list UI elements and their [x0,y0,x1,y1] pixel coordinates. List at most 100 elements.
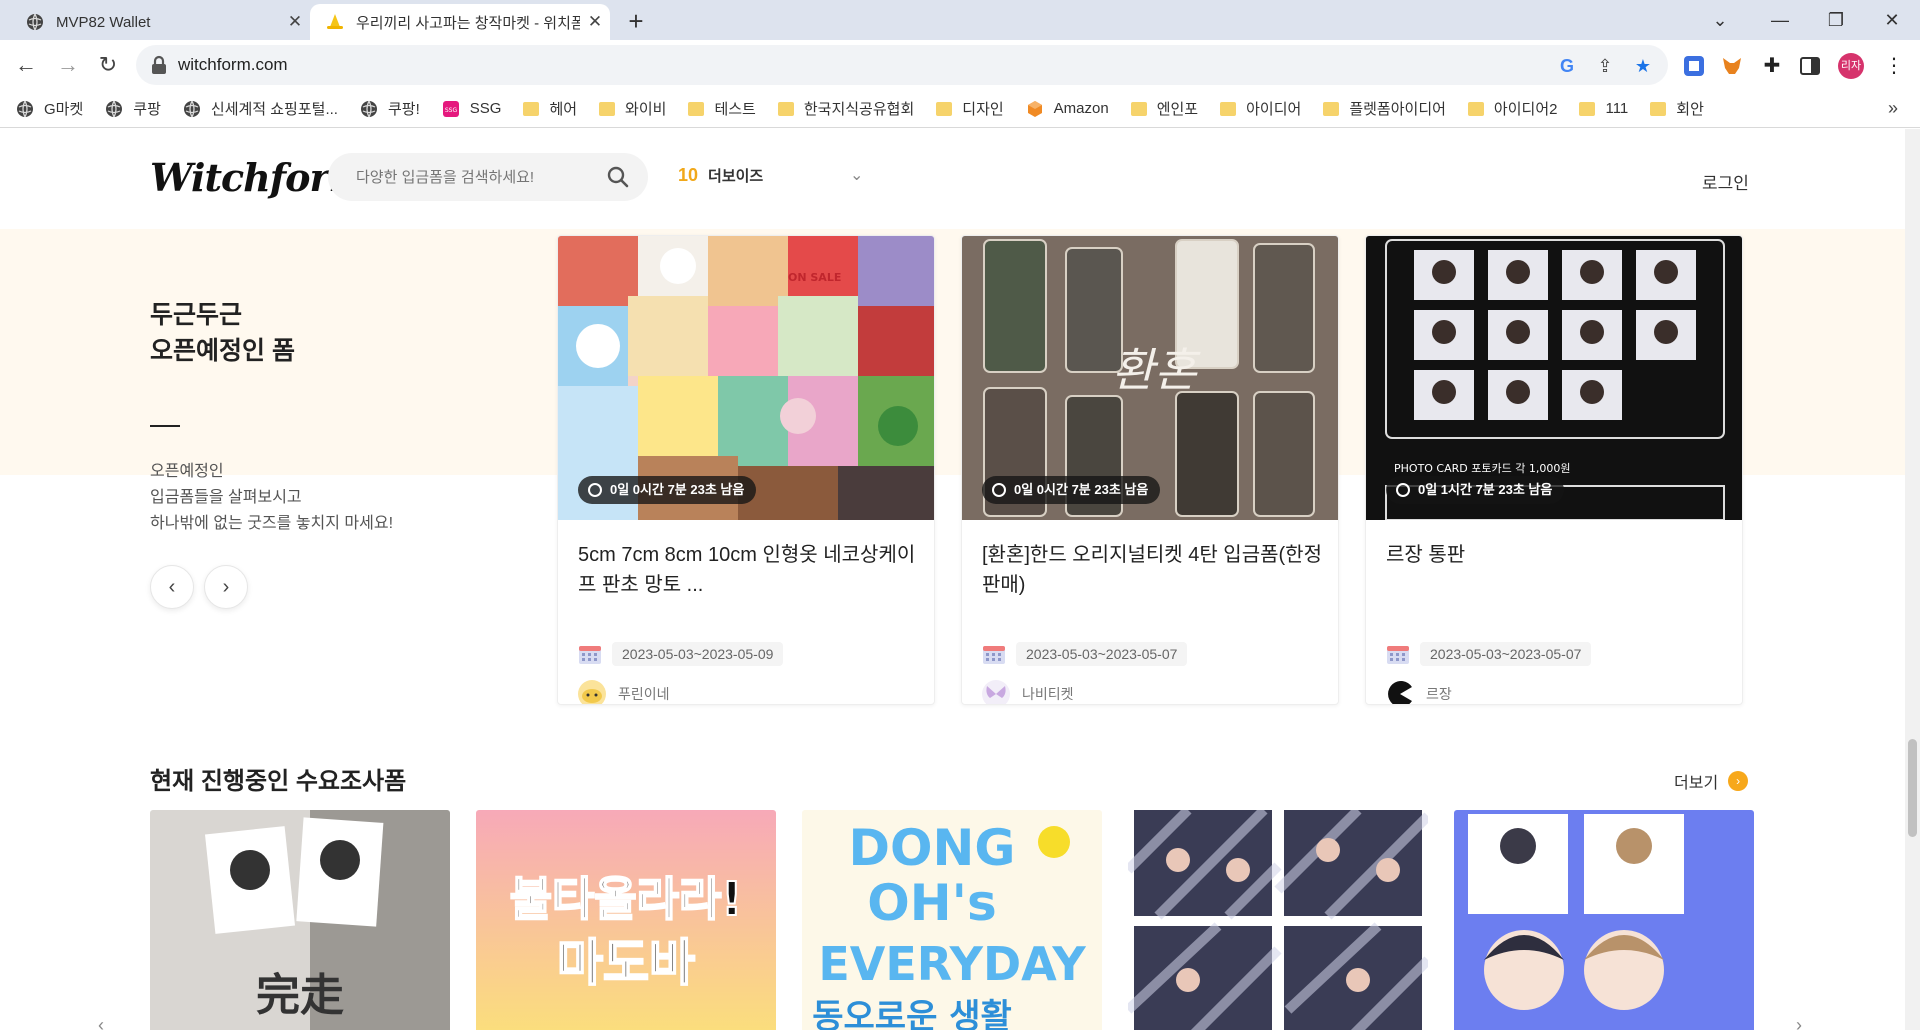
bookmark-ssg[interactable]: SSG SSG [442,100,501,118]
kebab-menu-icon[interactable]: ⋮ [1882,54,1906,78]
card-thumbnail[interactable]: ON SALE 0일 0시간 7분 23초 남음 [558,236,934,520]
seller-info[interactable]: 나비티켓 [982,680,1074,704]
search-box[interactable] [328,153,648,201]
bookmark-folder-design[interactable]: 디자인 [936,98,1004,119]
bookmark-shinsegae[interactable]: 신세계적 쇼핑포털... [183,98,338,119]
restore-button[interactable]: ❐ [1808,0,1864,40]
folder-icon [1220,101,1237,116]
page-scrollbar[interactable] [1905,129,1920,1030]
realtime-rank[interactable]: 10 더보이즈 ⌄ [678,165,863,186]
survey-form-card[interactable]: DONG OH's EVERYDAY 동오로운 생활 [802,810,1102,1030]
card-title[interactable]: 르장 통판 [1386,540,1726,570]
card-thumbnail[interactable]: PHOTO CARD 포토카드 각 1,000원 0일 1시간 7분 23초 남… [1366,236,1742,520]
bookmark-star-icon[interactable]: ★ [1632,55,1654,77]
seller-info[interactable]: 푸린이네 [578,680,670,704]
close-icon[interactable]: ✕ [280,12,310,32]
chevron-right-icon[interactable]: › [1796,1015,1802,1030]
bookmark-folder-ninfo[interactable]: 엔인포 [1130,98,1198,119]
minimize-button[interactable]: — [1752,0,1808,40]
window-close-button[interactable]: ✕ [1864,0,1920,40]
side-panel-icon[interactable] [1798,54,1822,78]
reload-button[interactable]: ↻ [92,49,124,81]
bookmark-folder-idea2[interactable]: 아이디어2 [1467,98,1557,119]
bookmark-folder-idea[interactable]: 아이디어 [1220,98,1301,119]
seller-avatar [578,680,606,704]
search-icon[interactable] [606,165,630,189]
extension-blue-icon[interactable] [1682,54,1706,78]
chevron-left-icon[interactable]: ‹ [98,1015,104,1030]
profile-avatar[interactable]: 리자 [1838,53,1864,79]
carousel-next-button[interactable]: › [204,565,248,609]
folder-icon [1579,101,1596,116]
web-page: Witchform 10 더보이즈 ⌄ 로그인 두근두근 오픈예정인 폼 오픈예… [0,129,1905,1030]
bookmark-folder-hoean[interactable]: 회안 [1650,98,1704,119]
clock-icon [588,483,602,497]
svg-text:ON SALE: ON SALE [788,271,841,284]
amazon-icon [1027,100,1042,117]
browser-toolbar: ← → ↻ witchform.com G ⇪ ★ ✚ 리자 ⋮ [0,40,1920,90]
google-icon[interactable]: G [1556,55,1578,77]
survey-form-card[interactable] [1128,810,1428,1030]
survey-form-card[interactable]: 完走 [150,810,450,1030]
bookmark-folder-platform[interactable]: 플렛폼아이디어 [1323,98,1446,119]
tab-title: MVP82 Wallet [56,13,151,31]
countdown-timer: 0일 0시간 7분 23초 남음 [982,476,1161,504]
search-input[interactable] [356,153,596,201]
folder-icon [688,101,705,116]
scrollbar-thumb[interactable] [1908,739,1917,837]
login-link[interactable]: 로그인 [1702,169,1749,194]
bookmark-coupang2[interactable]: 쿠팡! [360,98,420,119]
seller-avatar [982,680,1010,704]
bookmarks-overflow-icon[interactable]: » [1888,98,1898,119]
bookmark-gmarket[interactable]: G마켓 [16,98,83,119]
folder-icon [777,101,794,116]
forward-button[interactable]: → [52,49,84,81]
tab-mvp82-wallet[interactable]: MVP82 Wallet ✕ [10,4,310,40]
globe-icon [26,13,44,31]
card-title[interactable]: 5cm 7cm 8cm 10cm 인형옷 네코상케이프 판초 망토 ... [578,540,918,600]
carousel-prev-button[interactable]: ‹ [150,565,194,609]
tab-search-chevron-icon[interactable]: ⌄ [1692,0,1748,40]
address-bar[interactable]: witchform.com G ⇪ ★ [136,45,1668,85]
more-link[interactable]: 더보기 › [1674,769,1749,793]
svg-text:SSG: SSG [445,107,458,114]
bookmark-folder-ybi[interactable]: 와이비 [599,98,666,119]
bookmark-folder-knowledge[interactable]: 한국지식공유협회 [777,98,914,119]
metamask-fox-icon[interactable] [1720,54,1744,78]
share-icon[interactable]: ⇪ [1594,55,1616,77]
back-button[interactable]: ← [10,49,42,81]
browser-tab-bar: MVP82 Wallet ✕ 우리끼리 사고파는 창작마켓 - 위치폼 ✕ + … [0,0,1920,40]
folder-icon [599,101,616,116]
seller-info[interactable]: 르장 [1386,680,1452,704]
upcoming-form-card[interactable]: ON SALE 0일 0시간 7분 23초 남음 5cm 7cm 8cm 10c… [557,235,935,705]
section-title-demand-survey: 현재 진행중인 수요조사폼 [150,768,407,795]
bookmark-amazon[interactable]: Amazon [1026,100,1109,118]
survey-thumbnail: 불타올라라! 마도바 [476,810,776,1030]
bookmark-folder-hair[interactable]: 헤어 [523,98,577,119]
bookmark-coupang[interactable]: 쿠팡 [105,98,161,119]
extensions-puzzle-icon[interactable]: ✚ [1760,54,1784,78]
tab-witchform[interactable]: 우리끼리 사고파는 창작마켓 - 위치폼 ✕ [310,4,610,40]
survey-form-card[interactable] [1454,810,1754,1030]
new-tab-button[interactable]: + [620,6,652,38]
upcoming-form-card[interactable]: PHOTO CARD 포토카드 각 1,000원 0일 1시간 7분 23초 남… [1365,235,1743,705]
survey-form-card[interactable]: 불타올라라! 마도바 [476,810,776,1030]
globe-icon [17,100,33,117]
card-thumbnail[interactable]: 환혼 0일 0시간 7분 23초 남음 [962,236,1338,520]
bookmark-folder-test[interactable]: 테스트 [688,98,756,119]
promo-title: 두근두근 오픈예정인 폼 [150,301,295,365]
bookmark-folder-111[interactable]: 111 [1579,100,1628,117]
survey-thumbnail: 完走 [150,810,450,1030]
seller-name: 르장 [1426,686,1452,702]
upcoming-form-card[interactable]: 환혼 0일 0시간 7분 23초 남음 [환혼]한드 오리지널티켓 4탄 입금폼… [961,235,1339,705]
svg-text:불타올라라!: 불타올라라! [510,872,743,926]
witch-hat-icon [326,13,344,31]
card-title[interactable]: [환혼]한드 오리지널티켓 4탄 입금폼(한정판매) [982,540,1322,600]
bookmarks-bar: G마켓 쿠팡 신세계적 쇼핑포털... 쿠팡! SSG SSG 헤어 와이비 테스… [0,90,1920,128]
globe-icon [106,100,123,117]
close-icon[interactable]: ✕ [580,12,610,32]
card-date: 2023-05-03~2023-05-07 [982,642,1188,666]
svg-text:PHOTO CARD 포토카드 각 1,000원: PHOTO CARD 포토카드 각 1,000원 [1394,462,1570,475]
survey-thumbnail [1128,810,1428,1030]
chevron-down-icon[interactable]: ⌄ [850,165,863,185]
